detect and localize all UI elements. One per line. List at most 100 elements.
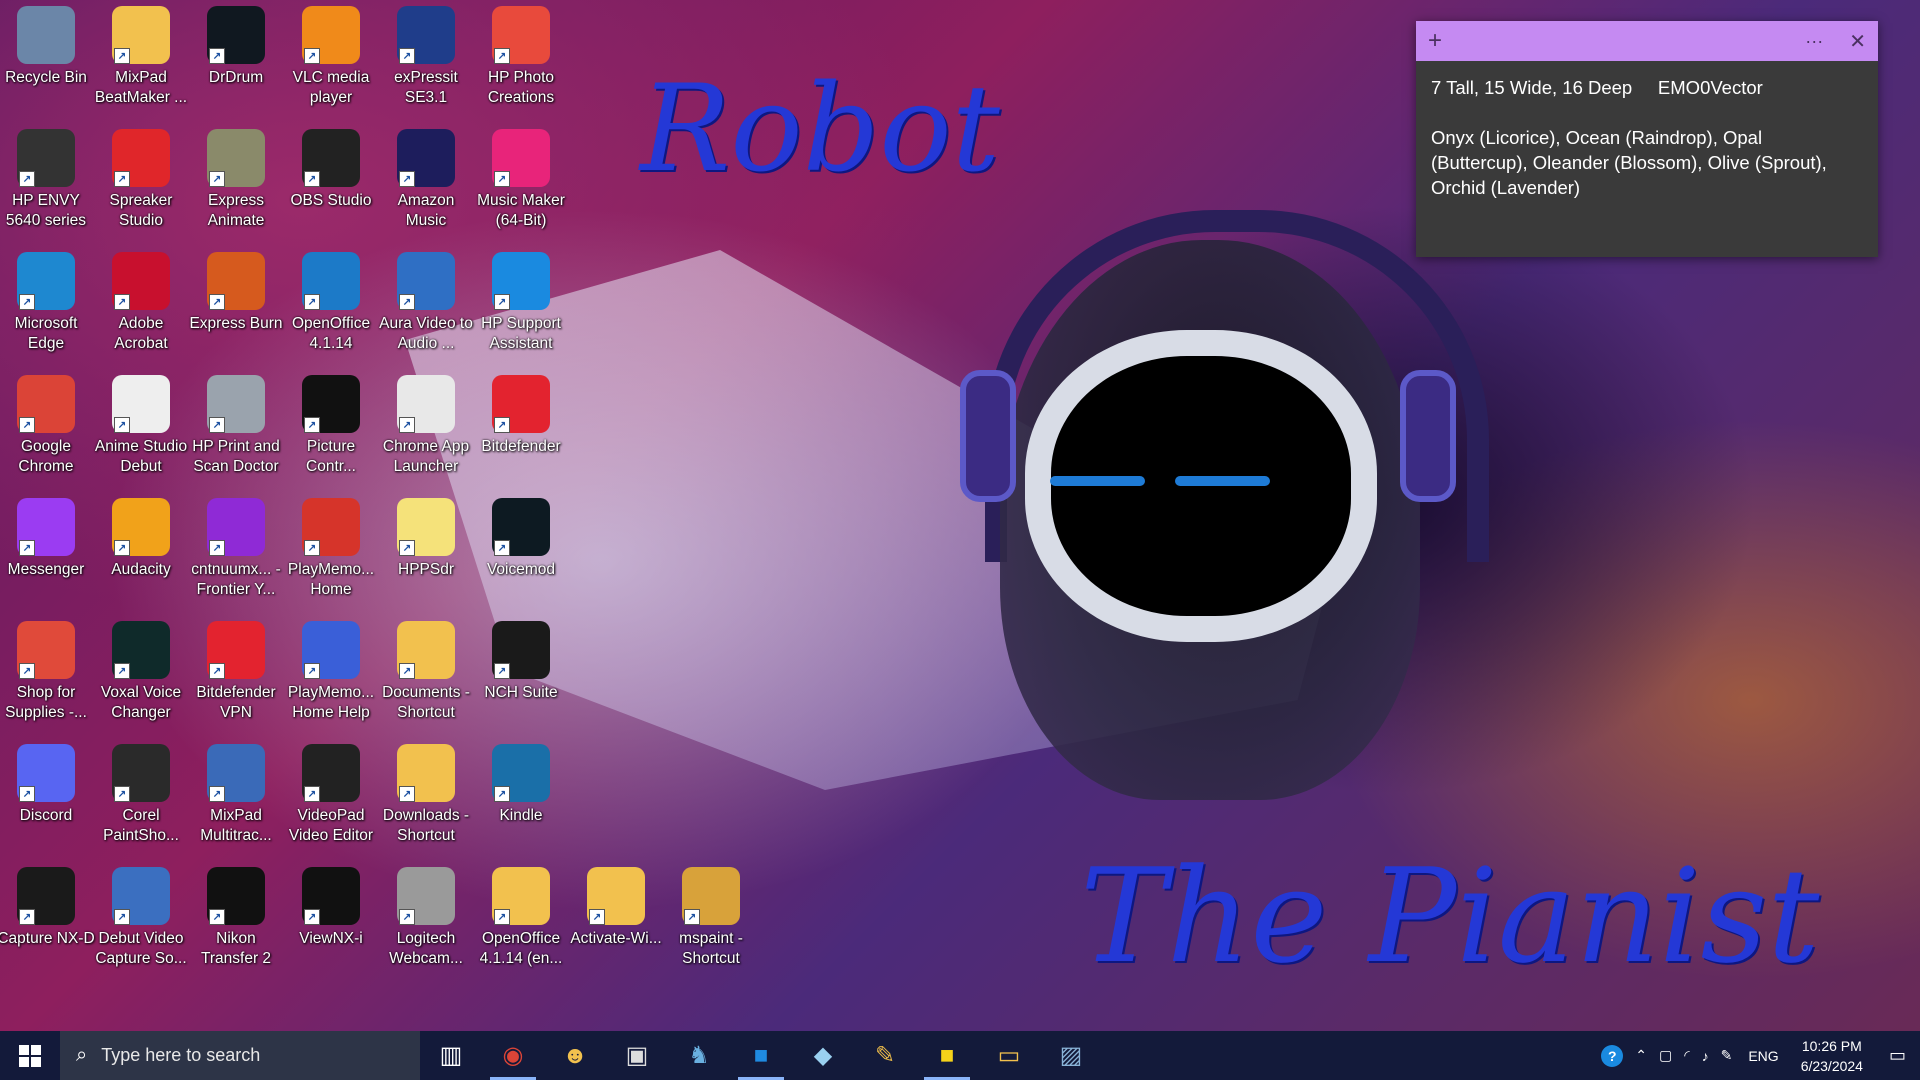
taskbar-app-button[interactable]: ▣ bbox=[606, 1031, 668, 1080]
desktop-icon[interactable]: ↗ HP Photo Creations bbox=[475, 6, 567, 126]
desktop-icon[interactable]: ↗ Spreaker Studio bbox=[95, 129, 187, 249]
desktop-icon[interactable]: ↗ VideoPad Video Editor bbox=[285, 744, 377, 864]
express-burn-icon: ↗ bbox=[207, 252, 265, 310]
desktop-icon[interactable]: ↗ Chrome App Launcher bbox=[380, 375, 472, 495]
start-button[interactable] bbox=[0, 1031, 60, 1080]
taskbar-app-button[interactable]: ■ bbox=[916, 1031, 978, 1080]
desktop-icon[interactable]: ↗ Voicemod bbox=[475, 498, 567, 618]
add-note-button[interactable]: + bbox=[1428, 27, 1442, 55]
sticky-note-titlebar[interactable]: + ··· ✕ bbox=[1416, 21, 1878, 61]
desktop-icon[interactable]: ↗ Activate-Wi... bbox=[570, 867, 662, 987]
wallpaper-robot-eye-left bbox=[1050, 476, 1145, 486]
sticky-note-content[interactable]: 7 Tall, 15 Wide, 16 Deep EMO0Vector Onyx… bbox=[1416, 61, 1878, 214]
desktop-icon[interactable]: ↗ HPPSdr bbox=[380, 498, 472, 618]
desktop-icon[interactable]: ↗ Amazon Music bbox=[380, 129, 472, 249]
shortcut-arrow-icon: ↗ bbox=[399, 417, 415, 433]
taskbar-app-button[interactable]: ✎ bbox=[854, 1031, 916, 1080]
desktop-icon[interactable]: ↗ Voxal Voice Changer bbox=[95, 621, 187, 741]
desktop-icon[interactable]: ↗ Corel PaintSho... bbox=[95, 744, 187, 864]
desktop-icon-label: VLC media player bbox=[292, 69, 370, 106]
desktop-icon[interactable]: ↗ OpenOffice 4.1.14 (en... bbox=[475, 867, 567, 987]
desktop-icon-label: NCH Suite bbox=[484, 684, 558, 701]
network-icon[interactable]: ◜ bbox=[1678, 1047, 1695, 1064]
desktop-icon[interactable]: ↗ Express Burn bbox=[189, 252, 283, 372]
desktop-icon[interactable]: ↗ Aura Video to Audio ... bbox=[379, 252, 473, 372]
desktop-icon-label: MixPad Multitrac... bbox=[200, 807, 272, 844]
desktop-icon[interactable]: ↗ Audacity bbox=[95, 498, 187, 618]
help-icon[interactable]: ? bbox=[1595, 1044, 1629, 1067]
desktop-icon[interactable]: ↗ Music Maker (64-Bit) bbox=[475, 129, 567, 249]
desktop-icon[interactable]: ↗ Nikon Transfer 2 bbox=[190, 867, 282, 987]
taskbar-app-button[interactable]: ◉ bbox=[482, 1031, 544, 1080]
sticky-note[interactable]: + ··· ✕ 7 Tall, 15 Wide, 16 Deep EMO0Vec… bbox=[1416, 21, 1878, 257]
desktop-icon[interactable]: ↗ Anime Studio Debut bbox=[95, 375, 187, 495]
desktop-icon[interactable]: ↗ HP Print and Scan Doctor bbox=[190, 375, 282, 495]
desktop-icon[interactable]: ↗ Discord bbox=[0, 744, 92, 864]
task-view-icon: ▥ bbox=[439, 1042, 463, 1069]
desktop-icon[interactable]: ↗ Logitech Webcam... bbox=[380, 867, 472, 987]
desktop-icon[interactable]: ↗ Bitdefender bbox=[475, 375, 567, 495]
videopad-star-icon: ↗ bbox=[302, 744, 360, 802]
desktop-icon[interactable]: ↗ Debut Video Capture So... bbox=[95, 867, 187, 987]
desktop-icon[interactable]: ↗ Microsoft Edge bbox=[0, 252, 92, 372]
wallpaper-title-bottom: The Pianist bbox=[1080, 840, 1820, 992]
desktop-icon[interactable]: ↗ HP ENVY 5640 series bbox=[0, 129, 92, 249]
desktop-icon[interactable]: ↗ Messenger bbox=[0, 498, 92, 618]
note-menu-button[interactable]: ··· bbox=[1805, 31, 1823, 52]
volume-icon[interactable]: ♪ bbox=[1696, 1048, 1715, 1064]
taskbar-app-button[interactable]: ◆ bbox=[792, 1031, 854, 1080]
desktop-icon[interactable]: Recycle Bin bbox=[0, 6, 92, 126]
taskbar-clock[interactable]: 10:26 PM 6/23/2024 bbox=[1789, 1036, 1875, 1076]
desktop-icon[interactable]: ↗ cntnuumx... - Frontier Y... bbox=[190, 498, 282, 618]
desktop-icon[interactable]: ↗ VLC media player bbox=[285, 6, 377, 126]
shortcut-arrow-icon: ↗ bbox=[304, 909, 320, 925]
system-tray: ? ⌃ ▢ ◜ ♪ ✎ ENG 10:26 PM 6/23/2024 ▭ bbox=[1595, 1036, 1920, 1076]
desktop-icon[interactable]: ↗ OBS Studio bbox=[285, 129, 377, 249]
desktop-icon[interactable]: ↗ NCH Suite bbox=[475, 621, 567, 741]
desktop-icon[interactable]: ↗ HP Support Assistant bbox=[475, 252, 567, 372]
desktop-icon[interactable]: ↗ MixPad BeatMaker ... bbox=[95, 6, 187, 126]
desktop-icon[interactable]: ↗ mspaint - Shortcut bbox=[665, 867, 757, 987]
desktop-icon[interactable]: ↗ Picture Contr... bbox=[285, 375, 377, 495]
wallpaper-robot-eye-right bbox=[1175, 476, 1270, 486]
desktop-icon[interactable]: ↗ Downloads - Shortcut bbox=[380, 744, 472, 864]
desktop-icon[interactable]: ↗ Bitdefender VPN bbox=[190, 621, 282, 741]
discord-icon: ↗ bbox=[17, 744, 75, 802]
desktop-icon-label: Audacity bbox=[111, 561, 171, 578]
desktop-icon[interactable]: ↗ Capture NX-D bbox=[0, 867, 95, 987]
desktop-icon[interactable]: ↗ Shop for Supplies -... bbox=[0, 621, 92, 741]
file-explorer-icon: ▭ bbox=[997, 1042, 1021, 1069]
desktop-icon[interactable]: ↗ PlayMemo... Home Help bbox=[285, 621, 377, 741]
language-indicator[interactable]: ENG bbox=[1738, 1048, 1788, 1064]
hp-photo-icon: ↗ bbox=[492, 6, 550, 64]
desktop-icon[interactable]: ↗ ViewNX-i bbox=[285, 867, 377, 987]
taskbar-app-button[interactable]: ♞ bbox=[668, 1031, 730, 1080]
taskbar-app-button[interactable]: ▭ bbox=[978, 1031, 1040, 1080]
desktop-icon[interactable]: ↗ Express Animate bbox=[190, 129, 282, 249]
desktop-icon[interactable]: ↗ Documents - Shortcut bbox=[380, 621, 472, 741]
notification-center-icon[interactable]: ▭ bbox=[1875, 1045, 1920, 1066]
taskbar-app-button[interactable]: ▨ bbox=[1040, 1031, 1102, 1080]
desktop-icon[interactable]: ↗ PlayMemo... Home bbox=[285, 498, 377, 618]
taskbar-search-box[interactable]: ⌕ Type here to search bbox=[60, 1031, 420, 1080]
desktop-icon[interactable]: ↗ Adobe Acrobat bbox=[95, 252, 187, 372]
meet-now-icon[interactable]: ▢ bbox=[1653, 1047, 1678, 1064]
clock-time: 10:26 PM bbox=[1801, 1037, 1862, 1054]
feather-app-icon: ◆ bbox=[813, 1042, 833, 1069]
mail-envelope-icon: ↗ bbox=[207, 498, 265, 556]
taskbar-app-button[interactable]: ■ bbox=[730, 1031, 792, 1080]
desktop-icon[interactable]: ↗ MixPad Multitrac... bbox=[190, 744, 282, 864]
taskbar-app-button[interactable]: ▥ bbox=[420, 1031, 482, 1080]
desktop-icon[interactable]: ↗ exPressit SE3.1 bbox=[380, 6, 472, 126]
desktop-icon[interactable]: ↗ DrDrum bbox=[190, 6, 282, 126]
close-note-button[interactable]: ✕ bbox=[1849, 29, 1866, 54]
sticky-notes-icon: ■ bbox=[939, 1041, 955, 1069]
desktop-icon[interactable]: ↗ OpenOffice 4.1.14 bbox=[285, 252, 377, 372]
shortcut-arrow-icon: ↗ bbox=[494, 417, 510, 433]
desktop-icon[interactable]: ↗ Kindle bbox=[475, 744, 567, 864]
shortcut-arrow-icon: ↗ bbox=[589, 909, 605, 925]
taskbar-app-button[interactable]: ☻ bbox=[544, 1031, 606, 1080]
chevron-up-icon[interactable]: ⌃ bbox=[1629, 1047, 1653, 1064]
desktop-icon[interactable]: ↗ Google Chrome bbox=[0, 375, 92, 495]
pen-icon[interactable]: ✎ bbox=[1715, 1047, 1739, 1064]
